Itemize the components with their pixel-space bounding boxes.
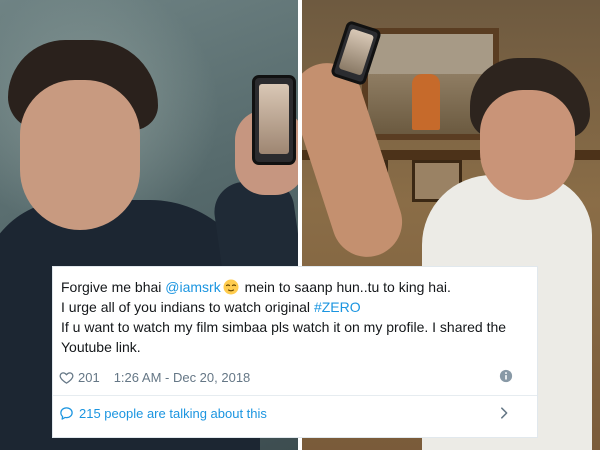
chevron-right-icon[interactable] <box>497 406 511 420</box>
person-face <box>480 90 575 200</box>
phone-screen <box>338 28 375 76</box>
tweet-line-1: Forgive me bhai @iamsrk mein to saanp hu… <box>61 277 523 297</box>
tweet-text: Forgive me bhai @iamsrk mein to saanp hu… <box>61 277 523 357</box>
mention-link[interactable]: @iamsrk <box>165 279 220 295</box>
talking-count: 215 people are talking about this <box>79 405 267 421</box>
tweet-text-part1: Forgive me bhai <box>61 279 166 295</box>
heart-outline-icon <box>59 371 74 384</box>
phone-screen <box>259 84 289 154</box>
tweet-card: Forgive me bhai @iamsrk mein to saanp hu… <box>52 266 538 438</box>
like-button[interactable]: 201 <box>59 370 100 385</box>
relieved-face-icon <box>223 279 239 295</box>
info-icon[interactable] <box>499 369 513 383</box>
tweet-divider <box>53 395 537 396</box>
speech-bubble-icon <box>60 406 73 420</box>
tweet-line-2: I urge all of you indians to watch origi… <box>61 297 523 317</box>
tweet-line-2-text: I urge all of you indians to watch origi… <box>61 299 314 315</box>
hashtag-link[interactable]: #ZERO <box>314 299 361 315</box>
tweet-meta: 201 1:26 AM - Dec 20, 2018 <box>59 367 523 387</box>
frame-figure <box>412 74 440 130</box>
screenshot-canvas: Forgive me bhai @iamsrk mein to saanp hu… <box>0 0 600 450</box>
talking-link[interactable]: 215 people are talking about this <box>59 403 523 423</box>
like-count: 201 <box>78 369 100 385</box>
tweet-timestamp[interactable]: 1:26 AM - Dec 20, 2018 <box>114 370 251 385</box>
person-face <box>20 80 140 230</box>
tweet-text-part2: mein to saanp hun..tu to king hai. <box>240 279 451 295</box>
phone-left <box>252 75 296 165</box>
tweet-line-3: If u want to watch my film simbaa pls wa… <box>61 319 507 355</box>
